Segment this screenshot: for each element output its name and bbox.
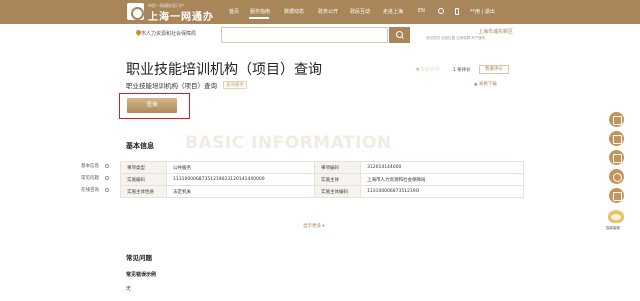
table-cell: 公共服务 [166, 161, 315, 174]
side-nav: 基本信息 常见问题 在线咨询 [81, 163, 109, 199]
table-cell: 实施主体性质 [120, 185, 167, 198]
nav-service-guide[interactable]: 服务指南 [250, 8, 270, 15]
service-tag: 查询服务 [223, 81, 247, 89]
table-cell: 法定机关 [166, 185, 315, 198]
side-nav-item-faq[interactable]: 常见问题 [81, 175, 109, 187]
accessibility-icon[interactable] [438, 8, 444, 14]
site-logo[interactable]: 市民一网通办总门户 上海一网通办 [127, 3, 245, 23]
district-sub-links[interactable]: 测试测试 当前位置 住房保障 开户服务 [426, 36, 485, 41]
rating-stars[interactable]: ★☆☆☆☆ [415, 66, 440, 73]
rate-button[interactable]: 我要评价 [479, 65, 509, 74]
logo-title: 上海一网通办 [148, 12, 214, 23]
top-bar: 市民一网通办总门户 上海一网通办 首页 服务指南 数据动态 政务公开 政民互动 … [0, 0, 640, 24]
search-input[interactable] [221, 27, 388, 43]
document-icon[interactable] [609, 150, 624, 165]
table-cell: 实施主体编码 [314, 185, 361, 198]
user-menu[interactable]: **用 | 退出 [470, 8, 495, 15]
feedback-icon[interactable] [609, 188, 624, 203]
nav-data-news[interactable]: 数据动态 [284, 8, 304, 15]
location-label[interactable]: 市人力资源和社会保障局 [141, 30, 196, 37]
search-button[interactable] [389, 27, 410, 43]
search-float-icon[interactable] [609, 169, 624, 184]
assistant-mascot-icon[interactable] [606, 207, 626, 225]
download-form-link[interactable]: ▲ 表格下载 [474, 81, 497, 87]
logo-icon [127, 3, 144, 20]
assistant-label[interactable]: 智能客服 [606, 226, 620, 231]
query-button[interactable]: 查询 [127, 98, 177, 113]
faq-answer: 无 [126, 286, 132, 292]
table-cell: 实施编码 [120, 173, 167, 186]
district-link[interactable]: 上海市浦东新区 [478, 28, 513, 35]
favorites-icon[interactable] [609, 131, 624, 146]
faq-question: 常见错误示例 [126, 272, 157, 278]
nav-english[interactable]: EN [418, 8, 425, 14]
basic-info-title: 基本信息 [126, 142, 154, 150]
table-row: 事项类型 公共服务 事项编码 312014144000 [120, 161, 524, 174]
nav-home[interactable]: 首页 [229, 8, 239, 15]
show-more-link[interactable]: 显示更多 ▾ [303, 223, 325, 229]
nav-about-shanghai[interactable]: 走进上海 [383, 8, 403, 15]
table-cell: 事项编码 [314, 161, 361, 174]
side-nav-item-consult[interactable]: 在线咨询 [81, 187, 109, 199]
nav-interaction[interactable]: 政民互动 [350, 8, 370, 15]
mobile-icon[interactable] [455, 8, 459, 15]
basic-info-table: 事项类型 公共服务 事项编码 312014144000 实施编码 1131000… [120, 161, 524, 198]
table-cell: 事项类型 [120, 161, 167, 174]
nav-active-indicator [249, 17, 269, 19]
table-row: 实施编码 11310000687351219023120141440000 实施… [120, 173, 524, 186]
table-cell: 11310000687351219O [360, 185, 524, 198]
side-nav-item-basic-info[interactable]: 基本信息 [81, 163, 109, 175]
faq-title: 常见问题 [126, 254, 152, 262]
user-center-icon[interactable] [609, 112, 624, 127]
table-cell: 上海市人力资源和社会保障局 [360, 173, 524, 186]
page-subtitle: 职业技能培训机构（项目）查询 [126, 82, 217, 90]
section-watermark: BASIC INFORMATION [185, 133, 392, 153]
page-title: 职业技能培训机构（项目）查询 [126, 62, 322, 78]
table-cell: 312014144000 [360, 161, 524, 174]
table-cell: 11310000687351219023120141440000 [166, 173, 315, 186]
nav-gov-affairs[interactable]: 政务公开 [318, 8, 338, 15]
table-cell: 实施主体 [314, 173, 361, 186]
table-row: 实施主体性质 法定机关 实施主体编码 11310000687351219O [120, 185, 524, 198]
rating-count: 1 条评价 [453, 68, 471, 73]
